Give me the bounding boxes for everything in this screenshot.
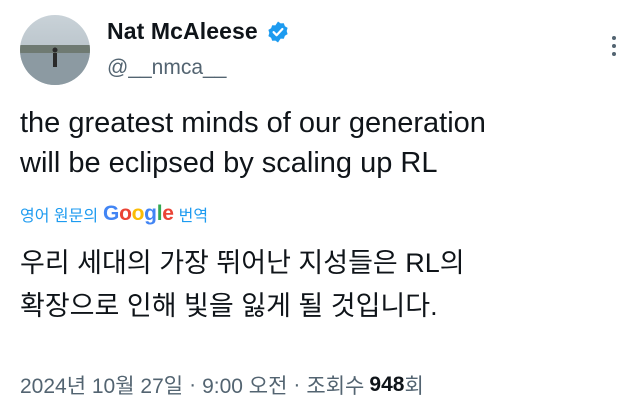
avatar[interactable] — [20, 15, 90, 85]
meta-separator: · — [293, 373, 301, 396]
google-logo: Google — [103, 202, 174, 225]
tweet-text: the greatest minds of our generation wil… — [20, 103, 620, 183]
meta-separator: · — [189, 373, 197, 396]
translated-line: 확장으로 인해 빛을 잃게 될 것입니다. — [20, 291, 438, 321]
tweet-time[interactable]: 9:00 오전 — [202, 370, 287, 400]
author-handle[interactable]: @__nmca__ — [107, 56, 226, 80]
tweet-date[interactable]: 2024년 10월 27일 — [20, 370, 183, 400]
views-suffix: 회 — [404, 375, 424, 398]
tweet-line: will be eclipsed by scaling up RL — [20, 147, 438, 179]
tweet-line: the greatest minds of our generation — [20, 107, 486, 139]
more-options-icon[interactable] — [612, 36, 616, 56]
translate-suffix: 번역 — [178, 208, 209, 225]
translated-text: 우리 세대의 가장 뛰어난 지성들은 RL의 확장으로 인해 빛을 잃게 될 것… — [20, 242, 620, 328]
translate-prefix: 영어 원문의 — [20, 208, 99, 225]
author-name[interactable]: Nat McAleese — [107, 18, 258, 45]
tweet-meta: 2024년 10월 27일 · 9:00 오전 · 조회수 948 회 — [20, 370, 424, 400]
translated-line: 우리 세대의 가장 뛰어난 지성들은 RL의 — [20, 248, 465, 278]
verified-badge-icon — [268, 21, 288, 42]
translate-link[interactable]: 영어 원문의 Google 번역 — [20, 202, 208, 226]
views-label: 조회수 — [306, 375, 365, 398]
views-count[interactable]: 948 — [369, 373, 404, 397]
